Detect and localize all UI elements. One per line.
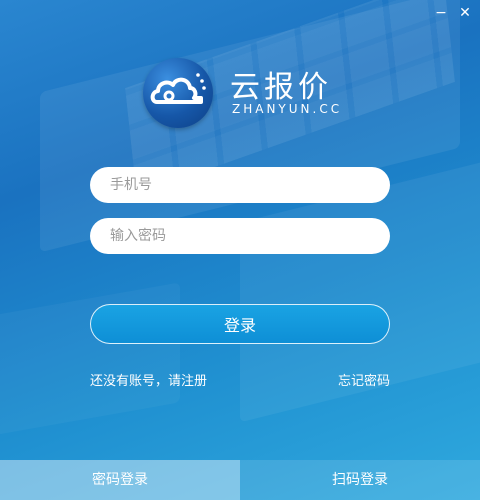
phone-input[interactable] [90, 167, 390, 203]
window-controls: − ✕ [434, 6, 472, 20]
brand-name: 云报价 [230, 70, 332, 105]
cloud-logo-icon [143, 58, 213, 128]
minimize-icon: − [435, 5, 447, 21]
brand-domain: ZHANYUN.CC [232, 102, 343, 116]
minimize-button[interactable]: − [434, 6, 448, 20]
close-button[interactable]: ✕ [458, 6, 472, 20]
close-icon: ✕ [459, 5, 471, 21]
register-link[interactable]: 还没有账号，请注册 [90, 370, 207, 389]
login-window: − ✕ 云报价 ZHANYUN.CC 登录 还没有账号，请注册 忘记密码 密码登… [0, 0, 480, 500]
login-mode-tabs: 密码登录 扫码登录 [0, 460, 480, 500]
password-input[interactable] [90, 218, 390, 254]
tab-qr-login[interactable]: 扫码登录 [240, 460, 480, 500]
login-button[interactable]: 登录 [90, 304, 390, 344]
forgot-password-link[interactable]: 忘记密码 [338, 370, 390, 389]
tab-password-login[interactable]: 密码登录 [0, 460, 240, 500]
